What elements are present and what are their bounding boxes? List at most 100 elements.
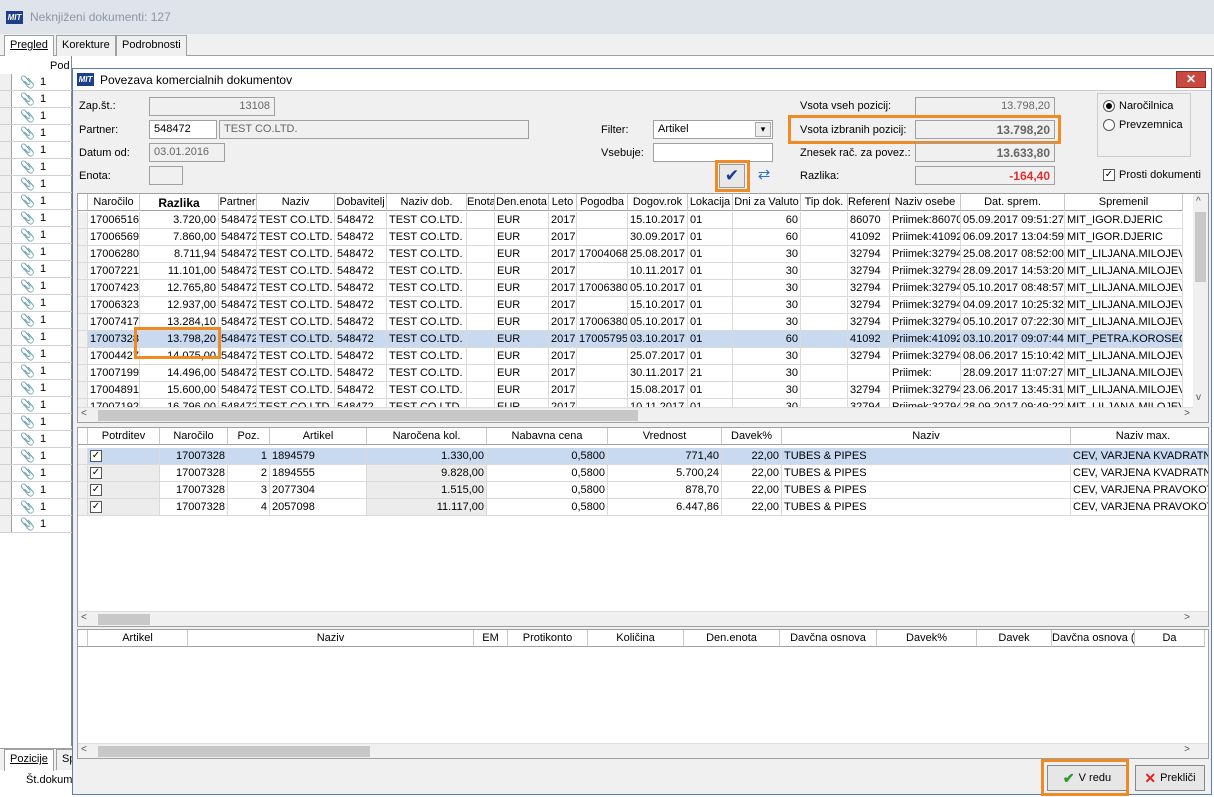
table-cell[interactable]: EUR: [495, 280, 549, 297]
column-header-3[interactable]: Protikonto: [508, 630, 588, 647]
column-header-7[interactable]: Den.enota: [495, 194, 549, 211]
table-cell[interactable]: Priimek:: [890, 365, 961, 382]
orders-vscroll[interactable]: ^ v: [1193, 194, 1208, 422]
positions-hscroll[interactable]: < >: [78, 611, 1208, 626]
background-row[interactable]: 📎 1: [0, 193, 72, 210]
table-cell[interactable]: 17007328: [160, 448, 228, 465]
table-cell[interactable]: TEST CO.LTD.: [387, 297, 467, 314]
table-cell[interactable]: Priimek:32794: [890, 263, 961, 280]
table-cell[interactable]: 03.10.2017 09:07:44: [961, 331, 1065, 348]
table-cell[interactable]: 548472: [219, 212, 257, 229]
vsebuje-input[interactable]: [653, 143, 773, 162]
table-cell[interactable]: TEST CO.LTD.: [257, 348, 335, 365]
table-cell[interactable]: TEST CO.LTD.: [387, 382, 467, 399]
orders-hscroll[interactable]: < >: [78, 407, 1193, 422]
table-cell[interactable]: MIT_PETRA.KOROSEC: [1065, 331, 1183, 348]
table-cell[interactable]: TUBES & PIPES: [782, 482, 1071, 499]
table-cell[interactable]: TEST CO.LTD.: [387, 365, 467, 382]
confirm-checkbox[interactable]: ✓: [90, 484, 102, 497]
table-cell[interactable]: TEST CO.LTD.: [387, 263, 467, 280]
table-cell[interactable]: 2077304: [270, 482, 367, 499]
table-cell[interactable]: MIT_LILJANA.MILOJEV: [1065, 246, 1183, 263]
table-cell[interactable]: 0,5800: [487, 482, 608, 499]
column-header-13[interactable]: Tip dok.: [801, 194, 848, 211]
table-cell[interactable]: 25.08.2017 08:52:00: [961, 246, 1065, 263]
background-row[interactable]: 📎 1: [0, 431, 72, 448]
background-row[interactable]: 📎 1: [0, 74, 72, 91]
table-cell[interactable]: MIT_IGOR.DJERIC: [1065, 229, 1183, 246]
table-cell[interactable]: CEV, VARJENA KVADRATN: [1071, 465, 1208, 482]
table-cell[interactable]: 878,70: [608, 482, 722, 499]
row-selector[interactable]: [78, 229, 88, 246]
table-cell[interactable]: 1.330,00: [367, 448, 487, 465]
table-cell[interactable]: 17007423: [88, 280, 140, 297]
table-cell[interactable]: 2017: [549, 229, 577, 246]
table-cell[interactable]: 01: [688, 382, 733, 399]
table-cell[interactable]: TEST CO.LTD.: [387, 314, 467, 331]
table-cell[interactable]: 15.600,00: [140, 382, 219, 399]
table-cell[interactable]: 04.09.2017 10:25:32: [961, 297, 1065, 314]
table-cell[interactable]: 32794: [848, 348, 890, 365]
row-selector[interactable]: [78, 365, 88, 382]
table-cell[interactable]: EUR: [495, 314, 549, 331]
confirm-cell[interactable]: ✓: [88, 448, 160, 465]
table-cell[interactable]: 30: [733, 263, 801, 280]
partner-code-field[interactable]: 548472: [149, 120, 217, 139]
table-cell[interactable]: 2: [228, 465, 270, 482]
table-cell[interactable]: 548472: [335, 297, 387, 314]
confirm-cell[interactable]: ✓: [88, 499, 160, 516]
confirm-cell[interactable]: ✓: [88, 482, 160, 499]
table-cell[interactable]: 548472: [219, 331, 257, 348]
column-header-1[interactable]: Razlika: [140, 194, 219, 211]
table-cell[interactable]: TUBES & PIPES: [782, 465, 1071, 482]
background-row[interactable]: 📎 1: [0, 329, 72, 346]
table-cell[interactable]: 548472: [219, 314, 257, 331]
table-cell[interactable]: 22,00: [722, 465, 782, 482]
refresh-button[interactable]: ⇄: [751, 164, 777, 188]
table-cell[interactable]: [801, 365, 848, 382]
table-cell[interactable]: 08.06.2017 15:10:42: [961, 348, 1065, 365]
table-cell[interactable]: EUR: [495, 382, 549, 399]
table-cell[interactable]: EUR: [495, 331, 549, 348]
tab-korekture[interactable]: Korekture: [56, 35, 116, 56]
table-cell[interactable]: 60: [733, 331, 801, 348]
table-cell[interactable]: EUR: [495, 348, 549, 365]
table-cell[interactable]: 15.10.2017: [628, 212, 688, 229]
table-cell[interactable]: TEST CO.LTD.: [257, 212, 335, 229]
table-cell[interactable]: 30: [733, 246, 801, 263]
table-cell[interactable]: 3: [228, 482, 270, 499]
table-cell[interactable]: CEV, VARJENA KVADRATN: [1071, 448, 1208, 465]
datum-field[interactable]: 03.01.2016: [149, 143, 225, 162]
table-cell[interactable]: 01: [688, 229, 733, 246]
table-cell[interactable]: 30: [733, 365, 801, 382]
table-cell[interactable]: 2057098: [270, 499, 367, 516]
table-cell[interactable]: 2017: [549, 331, 577, 348]
scroll-left-icon[interactable]: <: [81, 612, 87, 623]
table-cell[interactable]: CEV, VARJENA PRAVOKOT: [1071, 499, 1208, 516]
table-cell[interactable]: [577, 212, 628, 229]
table-cell[interactable]: 17006280: [88, 246, 140, 263]
table-cell[interactable]: 32794: [848, 263, 890, 280]
table-cell[interactable]: TEST CO.LTD.: [387, 229, 467, 246]
column-header-1[interactable]: Naziv: [188, 630, 474, 647]
table-cell[interactable]: [801, 331, 848, 348]
table-cell[interactable]: 30.09.2017: [628, 229, 688, 246]
table-cell[interactable]: 17006569: [88, 229, 140, 246]
table-cell[interactable]: 548472: [335, 348, 387, 365]
column-header-8[interactable]: Leto: [549, 194, 577, 211]
background-row[interactable]: 📎 1: [0, 91, 72, 108]
table-cell[interactable]: TEST CO.LTD.: [387, 331, 467, 348]
table-cell[interactable]: Priimek:41092: [890, 331, 961, 348]
table-cell[interactable]: 01: [688, 348, 733, 365]
background-row[interactable]: 📎 1: [0, 125, 72, 142]
table-cell[interactable]: [801, 297, 848, 314]
table-cell[interactable]: 17006380: [577, 314, 628, 331]
table-cell[interactable]: 17007221: [88, 263, 140, 280]
invoice-lines-hscroll-thumb[interactable]: [98, 746, 370, 757]
table-cell[interactable]: TEST CO.LTD.: [257, 246, 335, 263]
table-cell[interactable]: 30: [733, 382, 801, 399]
table-cell[interactable]: [801, 263, 848, 280]
table-cell[interactable]: 25.08.2017: [628, 246, 688, 263]
column-header-10[interactable]: Dogov.rok: [628, 194, 688, 211]
table-cell[interactable]: EUR: [495, 365, 549, 382]
